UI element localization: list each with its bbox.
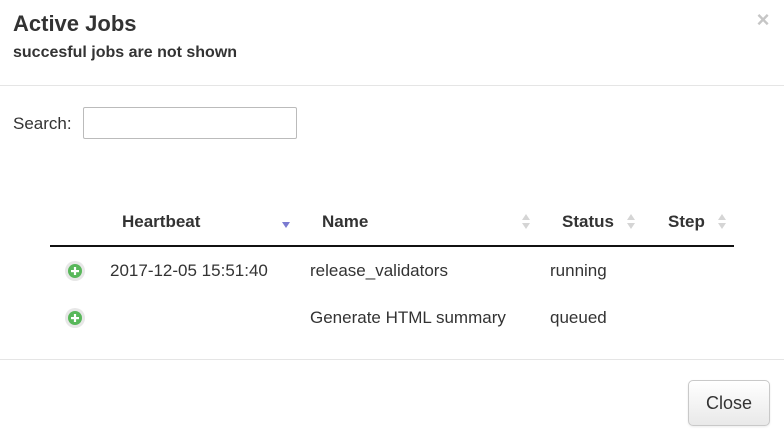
column-header-name[interactable]: Name bbox=[322, 210, 368, 234]
close-button[interactable]: Close bbox=[688, 380, 770, 426]
sort-both-icon[interactable] bbox=[626, 212, 636, 232]
column-label-name: Name bbox=[322, 212, 369, 231]
column-label-heartbeat: Heartbeat bbox=[122, 212, 201, 231]
close-icon[interactable]: × bbox=[753, 8, 773, 32]
column-label-status: Status bbox=[562, 212, 614, 231]
table-header-divider bbox=[50, 245, 734, 247]
row-status: queued bbox=[550, 308, 607, 327]
column-label-step: Step bbox=[668, 212, 705, 231]
row-heartbeat: 2017-12-05 15:51:40 bbox=[110, 261, 268, 280]
sort-both-icon[interactable] bbox=[717, 212, 727, 232]
modal-subtitle: succesful jobs are not shown bbox=[13, 44, 238, 61]
row-name: release_validators bbox=[310, 261, 448, 280]
row-name: Generate HTML summary bbox=[310, 308, 506, 327]
column-header-step[interactable]: Step bbox=[668, 210, 705, 234]
search-input[interactable] bbox=[83, 107, 297, 139]
row-status: running bbox=[550, 261, 607, 280]
expand-row-icon[interactable] bbox=[64, 307, 86, 329]
modal-title: Active Jobs bbox=[13, 11, 137, 36]
modal-header: Active Jobs succesful jobs are not shown… bbox=[0, 0, 784, 86]
sort-both-icon[interactable] bbox=[521, 212, 531, 232]
column-header-heartbeat[interactable]: Heartbeat bbox=[122, 210, 200, 234]
column-header-status[interactable]: Status bbox=[562, 210, 614, 234]
search-label: Search: bbox=[13, 114, 72, 133]
sort-descending-icon[interactable] bbox=[281, 214, 291, 234]
modal-footer bbox=[0, 359, 784, 438]
expand-row-icon[interactable] bbox=[64, 260, 86, 282]
